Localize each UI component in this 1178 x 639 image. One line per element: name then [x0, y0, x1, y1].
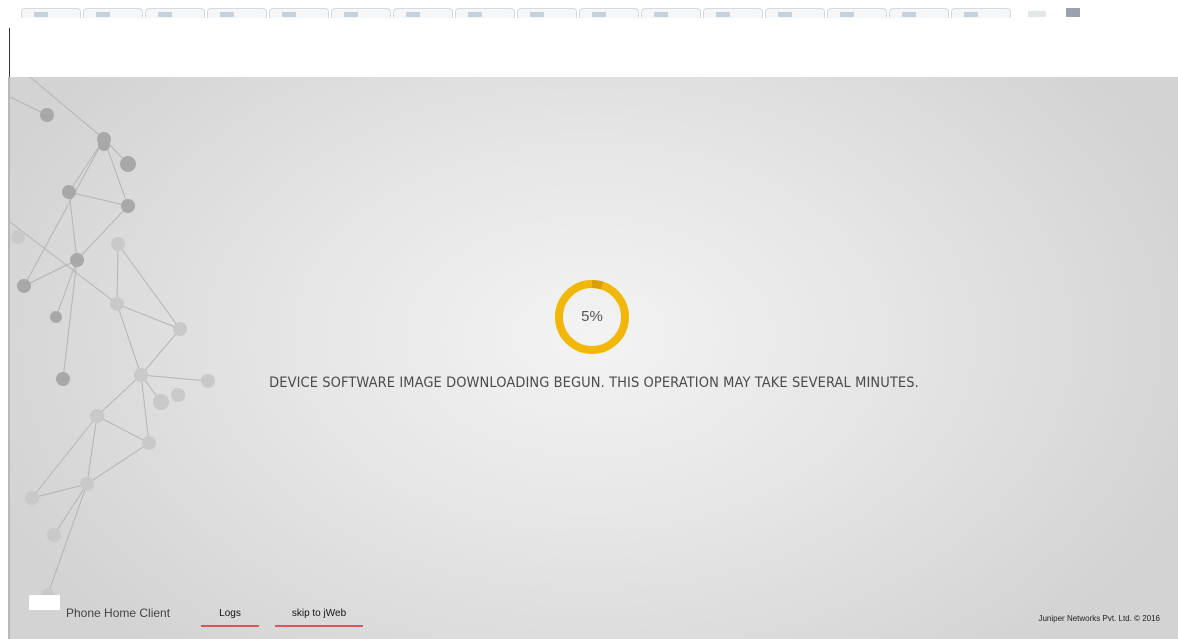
- browser-tab[interactable]: [83, 8, 143, 18]
- top-bar: [10, 18, 1178, 77]
- browser-tab[interactable]: [455, 8, 515, 18]
- new-tab-button[interactable]: [1028, 11, 1046, 17]
- skip-to-jweb-link[interactable]: skip to jWeb: [275, 608, 363, 627]
- browser-tab[interactable]: [889, 8, 949, 18]
- browser-tab[interactable]: [641, 8, 701, 18]
- tab-favicon-icon: [902, 12, 916, 17]
- tab-favicon-icon: [530, 12, 544, 17]
- browser-tab[interactable]: [951, 8, 1011, 18]
- tab-favicon-icon: [34, 12, 48, 17]
- tab-favicon-icon: [592, 12, 606, 17]
- tab-favicon-icon: [158, 12, 172, 17]
- browser-tab[interactable]: [331, 8, 391, 18]
- browser-tab[interactable]: [517, 8, 577, 18]
- tab-favicon-icon: [778, 12, 792, 17]
- tab-favicon-icon: [220, 12, 234, 17]
- tab-menu-icon[interactable]: [1066, 8, 1080, 17]
- progress-percent: 5%: [581, 308, 603, 325]
- browser-tab[interactable]: [207, 8, 267, 18]
- app-name: Phone Home Client: [66, 606, 171, 620]
- tab-favicon-icon: [96, 12, 110, 17]
- tab-favicon-icon: [654, 12, 668, 17]
- browser-tab[interactable]: [703, 8, 763, 18]
- tab-favicon-icon: [344, 12, 358, 17]
- browser-tab-strip: [0, 0, 1178, 18]
- app-logo: [29, 595, 60, 610]
- browser-tab[interactable]: [393, 8, 453, 18]
- copyright-text: Juniper Networks Pvt. Ltd. © 2016: [1038, 614, 1160, 623]
- network-graph-icon: [10, 77, 215, 600]
- tab-favicon-icon: [964, 12, 978, 17]
- browser-tab[interactable]: [827, 8, 887, 18]
- status-message: DEVICE SOFTWARE IMAGE DOWNLOADING BEGUN.…: [269, 375, 919, 391]
- progress-ring: 5%: [553, 278, 631, 356]
- tab-favicon-icon: [406, 12, 420, 17]
- browser-tab[interactable]: [269, 8, 329, 18]
- browser-tab[interactable]: [579, 8, 639, 18]
- browser-tab[interactable]: [145, 8, 205, 18]
- tab-favicon-icon: [840, 12, 854, 17]
- top-bar-divider: [9, 28, 10, 77]
- main-stage: 5% DEVICE SOFTWARE IMAGE DOWNLOADING BEG…: [10, 77, 1178, 639]
- browser-tab[interactable]: [21, 8, 81, 18]
- browser-tab[interactable]: [765, 8, 825, 18]
- logs-link[interactable]: Logs: [201, 608, 259, 627]
- tab-favicon-icon: [468, 12, 482, 17]
- tab-favicon-icon: [716, 12, 730, 17]
- tab-favicon-icon: [282, 12, 296, 17]
